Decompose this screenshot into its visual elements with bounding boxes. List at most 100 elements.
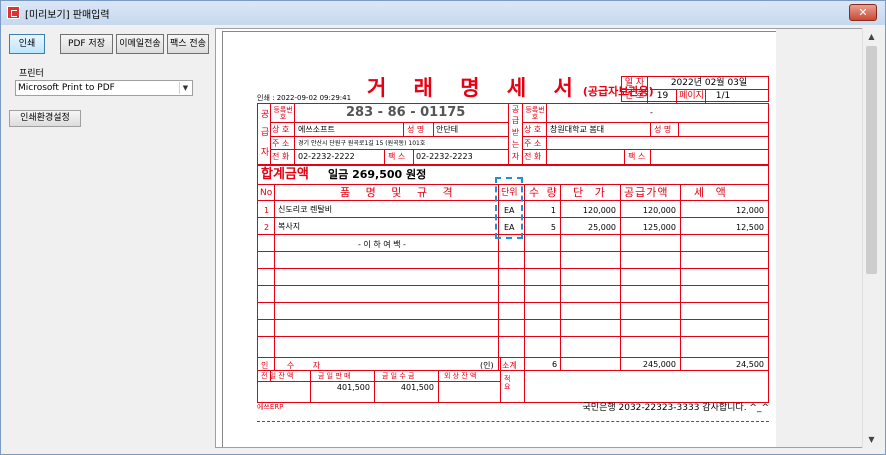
divider [680,184,681,370]
receiver-name: 창원대학교 봄대 [550,125,605,134]
today-sales-label: 금 일 판 매 [318,372,351,380]
today-sales-value: 401,500 [336,383,370,392]
divider [500,357,501,403]
divider [294,104,295,164]
divider [413,149,414,164]
left-panel: 인쇄 PDF 저장 이메일전송 팩스 전송 프린터 Microsoft Prin… [7,30,209,450]
no-label: 번 호 [622,90,648,103]
row-supply: 120,000 [642,206,676,215]
subtotal-tax: 24,500 [736,360,764,369]
receipt-label: 인 수 자 [261,361,329,370]
divider [650,122,651,136]
row-tax: 12,000 [736,206,764,215]
row-no: 2 [264,223,270,232]
fax-send-button[interactable]: 팩스 전송 [167,34,209,54]
divider [620,184,621,370]
col-qty: 수 량 [529,186,559,199]
print-button[interactable]: 인쇄 [9,34,45,54]
page-value: 1/1 [715,91,731,101]
receiver-side-4: 는 [511,140,520,149]
row-qty: 5 [550,223,556,232]
col-price: 단 가 [573,186,609,199]
divider [522,122,768,123]
supplier-addr: 경기 안산시 단원구 원곡로1길 15 (원곡동) 101호 [298,140,426,147]
divider [384,149,385,164]
divider [270,104,271,164]
subtotal-supply: 245,000 [642,360,676,369]
printer-label: 프린터 [19,69,44,79]
divider [560,184,561,370]
subtotal-label: 소계 [502,361,517,370]
page-label: 페이지 [678,90,706,103]
title-bar: [미리보기] 판매입력 ✕ [1,1,885,25]
row-item: 복사지 [278,222,301,231]
blank-note: - 이 하 여 백 - [358,240,406,249]
scroll-up-icon[interactable]: ▲ [863,28,880,45]
receiver-side-3: 받 [511,128,520,137]
supplier-fax-label: 팩 스 [388,152,406,161]
scroll-down-icon[interactable]: ▼ [863,431,880,448]
divider [438,370,439,403]
divider [433,122,434,136]
supplier-tel: 02-2232-2222 [298,152,355,161]
col-tax: 세 액 [694,186,730,199]
divider [258,336,768,337]
subtotal-qty: 6 [552,360,558,369]
date-box: 일 자 2022년 02월 03일 번 호 19 페이지 1/1 [621,76,769,103]
total-value: 일금 269,500 원정 [328,168,427,181]
supplier-side-2: 급 [260,128,270,138]
divider [374,370,375,403]
supplier-reg-no: 283 - 86 - 01175 [346,105,466,120]
receiver-addr-label: 주 소 [524,139,542,148]
date-label: 일 자 [622,77,648,90]
prev-balance-label: 전 일 잔 액 [261,372,294,380]
email-send-button[interactable]: 이메일전송 [116,34,164,54]
divider [522,104,523,164]
no-value: 19 [649,90,677,103]
receiver-side-5: 자 [511,152,520,161]
window-title: [미리보기] 판매입력 [25,10,110,21]
print-setup-button[interactable]: 인쇄환경설정 [9,110,81,127]
row-price: 120,000 [582,206,616,215]
footer-bank-note: 국민은행 2032-22323-3333 감사합니다. ^_^ [582,403,769,413]
receiver-reg-label: 등록번호 [525,106,545,121]
title-text: 거 래 명 세 서 [367,76,583,100]
row-item: 신도리코 렌탈비 [278,205,333,214]
col-no: No [260,188,273,198]
printer-select[interactable]: Microsoft Print to PDF ▼ [15,80,193,96]
pdf-save-button[interactable]: PDF 저장 [60,34,113,54]
supplier-name-label: 상 호 [272,125,290,134]
supplier-name: 에쓰소프트 [298,125,335,134]
divider [258,285,768,286]
divider [624,149,625,164]
divider [508,104,509,164]
divider [270,122,508,123]
today-collect-label: 금 일 수 금 [382,372,415,380]
receiver-rep-label: 성 명 [654,125,672,134]
receiver-tel-label: 전 화 [524,152,542,161]
receiver-name-label: 상 호 [524,125,542,134]
row-tax: 12,500 [736,223,764,232]
printer-selected-value: Microsoft Print to PDF [18,83,115,93]
date-value: 2022년 02월 03일 [650,77,768,90]
row-supply: 125,000 [642,223,676,232]
receiver-side-1: 공 [511,105,520,114]
supplier-rep: 안단테 [436,125,459,134]
memo-label: 적요 [504,375,511,391]
divider [650,149,651,164]
vertical-scrollbar[interactable]: ▲ ▼ [862,28,879,448]
scroll-thumb[interactable] [866,46,877,274]
total-label: 합계금액 [261,167,309,182]
divider [274,184,275,370]
chevron-down-icon[interactable]: ▼ [179,82,191,94]
supplier-reg-label: 등록번호 [273,106,293,121]
today-collect-value: 401,500 [400,383,434,392]
supplier-rep-label: 성 명 [407,125,425,134]
receiver-fax-label: 팩 스 [628,152,646,161]
divider [678,122,679,136]
row-price: 25,000 [588,223,616,232]
row-qty: 1 [550,206,556,215]
supplier-side-1: 공 [260,110,270,120]
close-button[interactable]: ✕ [849,4,877,21]
statement-grid: 공 급 자 등록번호 283 - 86 - 01175 상 호 에쓰소프트 성 … [257,103,769,403]
